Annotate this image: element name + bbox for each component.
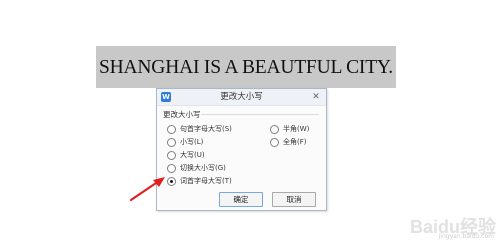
- ok-button[interactable]: 确定: [219, 192, 263, 207]
- close-icon[interactable]: ✕: [311, 92, 321, 102]
- document-text: SHANGHAI IS A BEAUTFUL CITY.: [99, 57, 393, 78]
- document-selected-text-band: SHANGHAI IS A BEAUTFUL CITY.: [96, 46, 396, 88]
- group-divider: [201, 114, 319, 115]
- cancel-button[interactable]: 取消: [272, 192, 316, 207]
- option-sentence-case[interactable]: 句首字母大写(S): [167, 123, 232, 135]
- option-label: 切换大小写(G): [180, 164, 226, 172]
- radio-button[interactable]: [270, 137, 279, 147]
- radio-button[interactable]: [167, 163, 176, 173]
- option-label: 词首字母大写(T): [180, 177, 232, 185]
- option-label: 句首字母大写(S): [180, 125, 232, 133]
- option-label: 大写(U): [180, 151, 205, 159]
- option-capitalize-each-word[interactable]: 词首字母大写(T): [167, 175, 232, 187]
- dialog-title: 更改大小写: [220, 92, 263, 102]
- group-label: 更改大小写: [163, 110, 201, 119]
- radio-button-checked[interactable]: [167, 176, 176, 186]
- option-label: 小写(L): [180, 138, 204, 146]
- option-label: 全角(F): [283, 138, 307, 146]
- option-toggle-case[interactable]: 切换大小写(G): [167, 162, 226, 174]
- option-uppercase[interactable]: 大写(U): [167, 149, 205, 161]
- red-arrow-annotation-icon: [129, 177, 165, 202]
- option-label: 半角(W): [283, 125, 310, 133]
- option-full-width[interactable]: 全角(F): [270, 136, 307, 148]
- option-half-width[interactable]: 半角(W): [270, 123, 309, 135]
- change-case-dialog: W 更改大小写 ✕ 更改大小写 句首字母大写(S) 小写(L) 大写(U) 切换…: [156, 88, 327, 211]
- watermark-url: jingyan.baidu.com: [438, 233, 494, 240]
- radio-button[interactable]: [167, 150, 176, 160]
- radio-button[interactable]: [270, 124, 279, 134]
- dialog-titlebar: W 更改大小写 ✕: [157, 89, 326, 106]
- option-lowercase[interactable]: 小写(L): [167, 136, 203, 148]
- baidu-watermark: Baidu经验 jingyan.baidu.com: [366, 215, 496, 241]
- radio-button[interactable]: [167, 137, 176, 147]
- radio-button[interactable]: [167, 124, 176, 134]
